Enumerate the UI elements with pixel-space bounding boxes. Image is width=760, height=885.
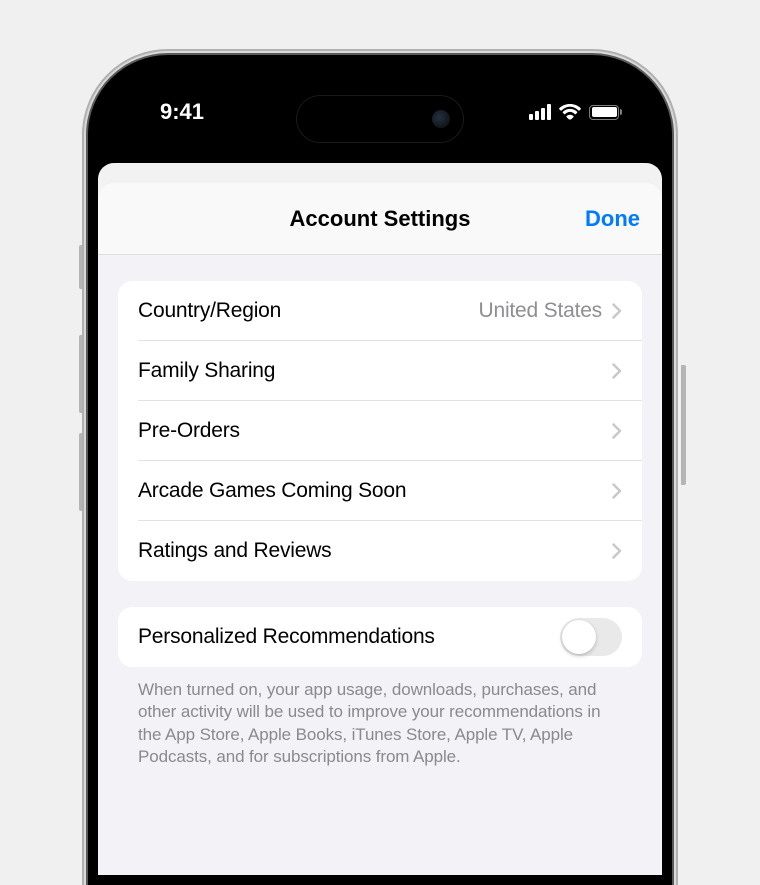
row-label: Country/Region	[138, 299, 281, 323]
modal-sheet: Account Settings Done Country/Region Uni…	[98, 183, 662, 875]
row-label: Pre-Orders	[138, 419, 240, 443]
toggle-knob	[562, 620, 596, 654]
dynamic-island	[296, 95, 464, 143]
recommendations-footer: When turned on, your app usage, download…	[118, 667, 642, 769]
chevron-right-icon	[612, 423, 622, 439]
row-label: Arcade Games Coming Soon	[138, 479, 406, 503]
row-arcade-games-coming-soon[interactable]: Arcade Games Coming Soon	[118, 461, 642, 521]
screen: 9:41	[98, 65, 662, 875]
row-value: United States	[479, 299, 602, 323]
recommendations-group: Personalized Recommendations	[118, 607, 642, 667]
wifi-icon	[559, 104, 581, 120]
row-ratings-and-reviews[interactable]: Ratings and Reviews	[118, 521, 642, 581]
phone-frame: 9:41	[88, 55, 672, 885]
sheet-header: Account Settings Done	[98, 183, 662, 255]
power-button	[681, 365, 686, 485]
status-time: 9:41	[138, 99, 204, 125]
row-personalized-recommendations: Personalized Recommendations	[118, 607, 642, 667]
chevron-right-icon	[612, 303, 622, 319]
chevron-right-icon	[612, 543, 622, 559]
battery-icon	[589, 105, 622, 120]
chevron-right-icon	[612, 483, 622, 499]
row-label: Family Sharing	[138, 359, 275, 383]
settings-group: Country/Region United States Family Shar…	[118, 281, 642, 581]
row-country-region[interactable]: Country/Region United States	[118, 281, 642, 341]
row-family-sharing[interactable]: Family Sharing	[118, 341, 642, 401]
volume-down-button	[79, 433, 84, 511]
done-button[interactable]: Done	[585, 206, 640, 232]
row-pre-orders[interactable]: Pre-Orders	[118, 401, 642, 461]
content-scroll[interactable]: Country/Region United States Family Shar…	[98, 281, 662, 875]
front-camera	[432, 110, 450, 128]
volume-up-button	[79, 335, 84, 413]
row-label: Ratings and Reviews	[138, 539, 331, 563]
chevron-right-icon	[612, 363, 622, 379]
page-title: Account Settings	[290, 206, 471, 232]
mute-switch	[79, 245, 84, 289]
personalized-recommendations-toggle[interactable]	[560, 618, 622, 656]
cellular-icon	[529, 104, 551, 120]
row-label: Personalized Recommendations	[138, 625, 560, 649]
